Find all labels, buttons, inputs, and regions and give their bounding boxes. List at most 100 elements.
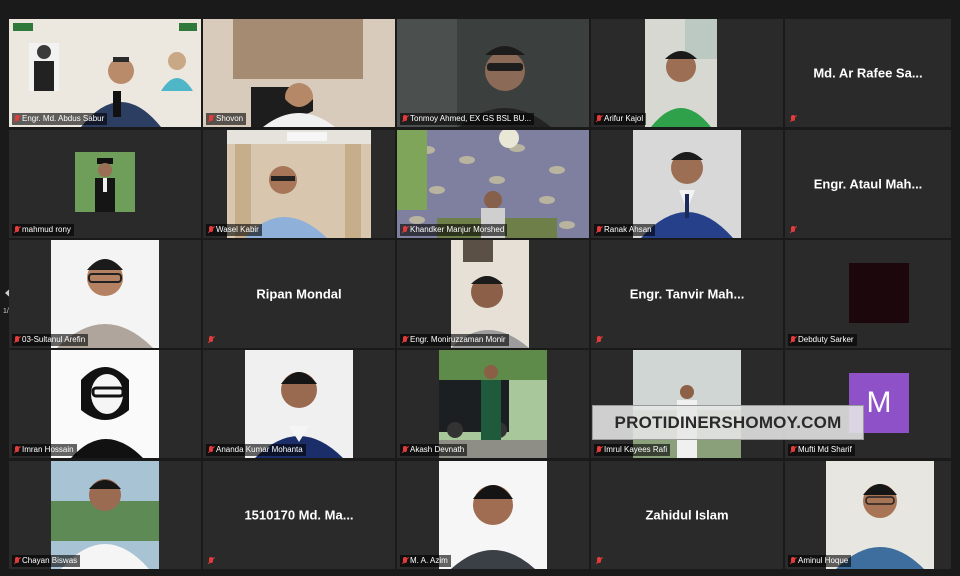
participant-name: 03-Sultanul Arefin (22, 335, 86, 344)
participant-video-image (227, 130, 371, 238)
participant-tile[interactable]: Ripan Mondal (203, 240, 395, 348)
mic-muted-icon (790, 336, 796, 344)
participant-name-display: Zahidul Islam (645, 507, 729, 523)
mic-muted-icon (402, 115, 408, 123)
participant-profile-image (75, 152, 135, 212)
participant-name-display: Md. Ar Rafee Sa... (813, 65, 923, 81)
participant-video-image (397, 19, 589, 127)
participant-tile[interactable]: Imrul Kayees Rafi (591, 350, 783, 458)
mic-muted-icon (596, 446, 602, 454)
participant-name-label: 03-Sultanul Arefin (12, 334, 89, 346)
participant-name: Tonmoy Ahmed, EX GS BSL BU... (410, 114, 532, 123)
participant-tile[interactable]: M. A. Azim (397, 461, 589, 569)
mic-muted-icon (596, 226, 602, 234)
participant-profile-image (826, 461, 934, 569)
participant-name: Ananda Kumar Mohanta (216, 445, 303, 454)
participant-name-label: Wasel Kabir (206, 224, 262, 236)
participant-profile-image (51, 461, 159, 569)
participant-tile[interactable]: 1510170 Md. Ma... (203, 461, 395, 569)
participant-name-label: M. A. Azim (400, 555, 451, 567)
participant-video-image (439, 350, 547, 458)
participant-video (51, 240, 159, 348)
participant-tile[interactable]: Wasel Kabir (203, 130, 395, 238)
participant-name-label: Akash Devnath (400, 444, 468, 456)
participant-tile[interactable]: mahmud rony (9, 130, 201, 238)
participant-name: Ranak Ahsan (604, 225, 652, 234)
participant-video (203, 19, 395, 127)
participant-name-label: Engr. Md. Abdus Sabur (12, 113, 108, 125)
participant-tile[interactable]: Md. Ar Rafee Sa... (785, 19, 951, 127)
participant-video-image (203, 19, 395, 127)
mic-muted-icon (208, 226, 214, 234)
mic-muted-icon (14, 446, 20, 454)
participant-profile-image (849, 263, 909, 323)
participant-name: M. A. Azim (410, 556, 448, 565)
participant-name-label: Tonmoy Ahmed, EX GS BSL BU... (400, 113, 535, 125)
participant-name-label: Arifur Kajol (594, 113, 647, 125)
participant-tile[interactable]: Shovon (203, 19, 395, 127)
mic-muted-icon (790, 557, 796, 565)
mic-muted-icon (14, 115, 20, 123)
participant-tile[interactable]: Zahidul Islam (591, 461, 783, 569)
participant-name: Imran Hossain (22, 445, 74, 454)
participant-tile[interactable]: Arifur Kajol (591, 19, 783, 127)
mic-muted-icon (208, 336, 214, 344)
mic-muted-icon (402, 336, 408, 344)
participant-video (245, 350, 353, 458)
participant-profile-image (51, 350, 159, 458)
participant-video (51, 461, 159, 569)
participant-tile[interactable]: Aminul Hoque (785, 461, 951, 569)
participant-name-label: Mufti Md Sharif (788, 444, 855, 456)
participant-tile[interactable]: Engr. Ataul Mah... (785, 130, 951, 238)
participant-tile[interactable]: Ranak Ahsan (591, 130, 783, 238)
mic-muted-icon (14, 226, 20, 234)
mic-muted-icon (14, 336, 20, 344)
participant-name: Khandker Manjur Morshed (410, 225, 505, 234)
mic-muted-icon (402, 446, 408, 454)
mic-muted-icon (208, 115, 214, 123)
participant-tile[interactable]: Engr. Md. Abdus Sabur (9, 19, 201, 127)
participant-name-display: 1510170 Md. Ma... (244, 507, 354, 523)
participant-name: Arifur Kajol (604, 114, 644, 123)
mic-muted-icon (790, 115, 796, 123)
participant-name: Wasel Kabir (216, 225, 259, 234)
participant-tile[interactable]: Chayan Biswas (9, 461, 201, 569)
participant-name-label: Aminul Hoque (788, 555, 852, 567)
participant-name-label: mahmud rony (12, 224, 74, 236)
participant-tile[interactable]: Engr. Moniruzzaman Monir (397, 240, 589, 348)
participant-video (451, 240, 529, 348)
participant-name: Shovon (216, 114, 244, 123)
participant-tile[interactable]: Ananda Kumar Mohanta (203, 350, 395, 458)
participant-name: Chayan Biswas (22, 556, 78, 565)
mic-muted-icon (596, 336, 602, 344)
mic-muted-icon (790, 446, 796, 454)
participant-video (633, 130, 741, 238)
mic-muted-icon (402, 226, 408, 234)
watermark: PROTIDINERSHOMOY.COM (592, 405, 864, 440)
participant-name-display: Engr. Tanvir Mah... (629, 286, 745, 302)
mic-muted-icon (596, 115, 602, 123)
participant-name-label: Shovon (206, 113, 247, 125)
participant-video (439, 461, 547, 569)
participant-tile[interactable]: Akash Devnath (397, 350, 589, 458)
participant-name-display: Engr. Ataul Mah... (813, 176, 923, 192)
participant-name-label: Ranak Ahsan (594, 224, 655, 236)
participant-video (645, 19, 717, 127)
participant-video (439, 350, 547, 458)
participant-name: mahmud rony (22, 225, 71, 234)
mic-muted-icon (208, 446, 214, 454)
participant-video (9, 19, 201, 127)
mic-muted-icon (208, 557, 214, 565)
participant-tile[interactable]: Imran Hossain (9, 350, 201, 458)
participant-video (633, 350, 741, 458)
participant-tile[interactable]: 03-Sultanul Arefin (9, 240, 201, 348)
participant-name-label: Khandker Manjur Morshed (400, 224, 508, 236)
participant-tile[interactable]: Khandker Manjur Morshed (397, 130, 589, 238)
participant-name-label: Debduty Sarker (788, 334, 857, 346)
participant-tile[interactable]: Engr. Tanvir Mah... (591, 240, 783, 348)
participant-name: Engr. Moniruzzaman Monir (410, 335, 506, 344)
participant-video (227, 130, 371, 238)
participant-tile[interactable]: Tonmoy Ahmed, EX GS BSL BU... (397, 19, 589, 127)
participant-name-label: Imran Hossain (12, 444, 77, 456)
participant-name-label: Ananda Kumar Mohanta (206, 444, 306, 456)
